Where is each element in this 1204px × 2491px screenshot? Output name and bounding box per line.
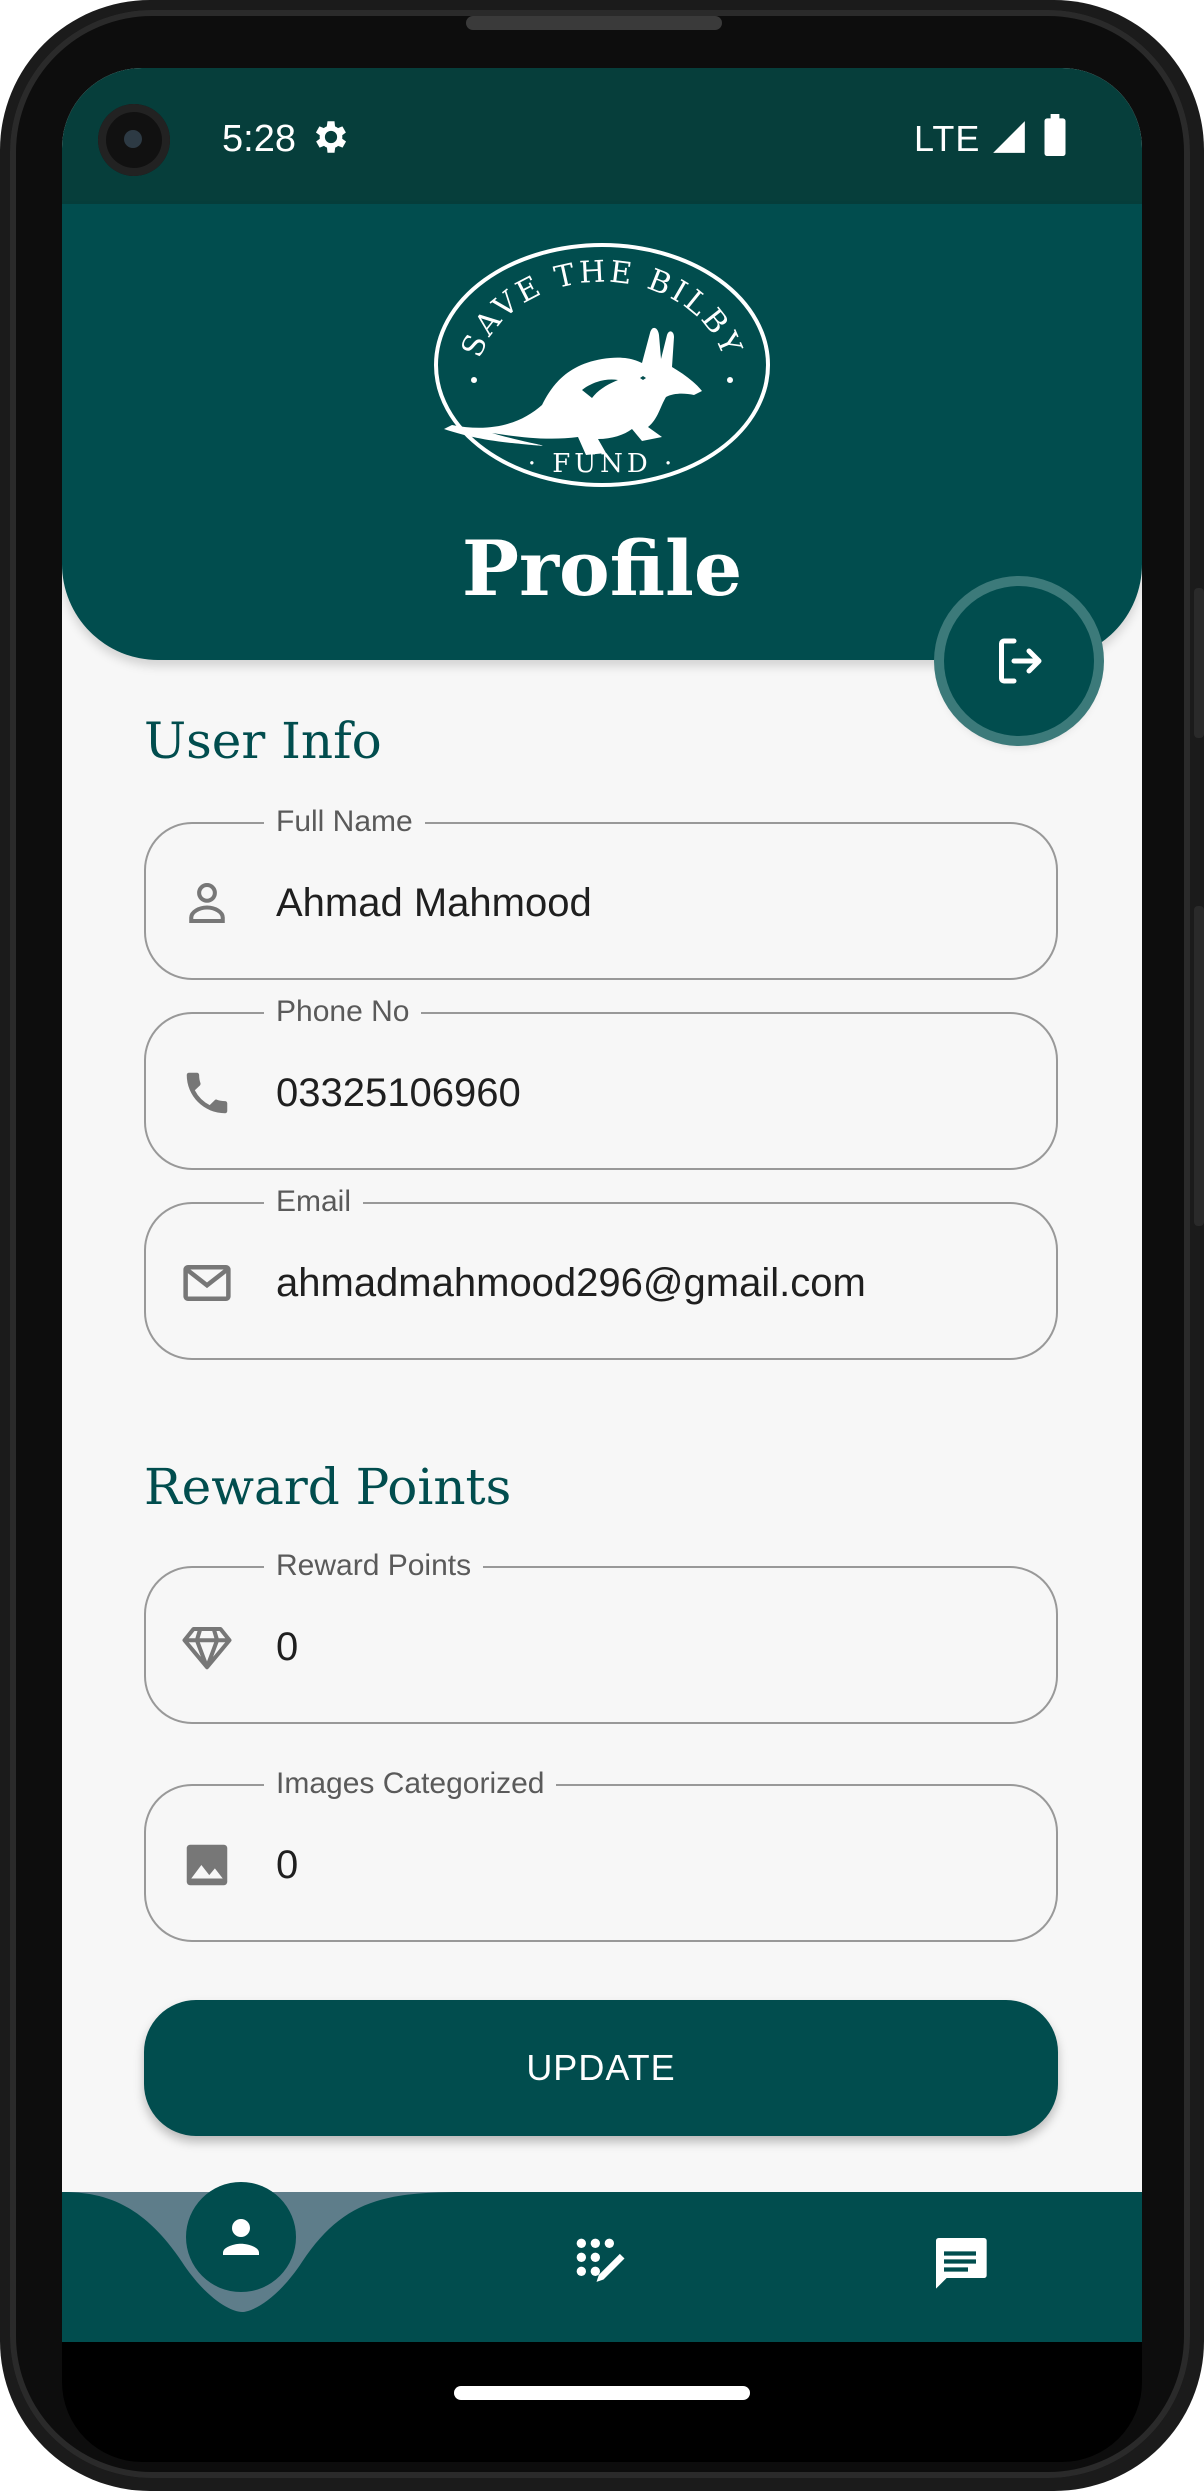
reward-points-title: Reward Points xyxy=(144,1458,512,1516)
image-icon xyxy=(186,1844,228,1886)
battery-icon xyxy=(1044,114,1066,156)
email-field[interactable]: Email ahmadmahmood296@gmail.com xyxy=(144,1182,1058,1360)
user-info-title: User Info xyxy=(144,712,382,770)
status-time: 5:28 xyxy=(222,118,296,160)
diamond-icon xyxy=(182,1626,232,1670)
images-categorized-label: Images Categorized xyxy=(264,1764,557,1804)
earpiece-speaker xyxy=(466,16,722,30)
front-camera xyxy=(98,104,170,176)
phone-label: Phone No xyxy=(264,992,422,1032)
logout-icon xyxy=(999,638,1042,684)
magic-grid-icon xyxy=(576,2238,625,2282)
bottom-navigation xyxy=(62,2182,1142,2342)
reward-points-label: Reward Points xyxy=(264,1546,484,1586)
full-name-value[interactable]: Ahmad Mahmood xyxy=(276,876,592,930)
signal-icon xyxy=(993,121,1025,153)
nav-item-profile[interactable] xyxy=(186,2182,296,2292)
app-screen: 5:28 LTE SAVE THE BILBY · FUND · Profile… xyxy=(62,68,1142,2342)
reward-points-value[interactable]: 0 xyxy=(276,1620,298,1674)
full-name-label: Full Name xyxy=(264,802,425,842)
images-categorized-field[interactable]: Images Categorized 0 xyxy=(144,1764,1058,1942)
status-bar: 5:28 LTE xyxy=(62,68,1142,204)
email-value[interactable]: ahmadmahmood296@gmail.com xyxy=(276,1256,866,1310)
chat-icon xyxy=(936,2238,987,2289)
logout-button[interactable] xyxy=(944,586,1094,736)
home-gesture-handle[interactable] xyxy=(454,2386,750,2400)
gear-icon xyxy=(315,121,347,153)
email-icon xyxy=(183,1265,231,1301)
power-button xyxy=(1194,588,1204,738)
full-name-field[interactable]: Full Name Ahmad Mahmood xyxy=(144,802,1058,980)
nav-item-messages[interactable] xyxy=(928,2230,992,2294)
phone-value[interactable]: 03325106960 xyxy=(276,1066,521,1120)
phone-field[interactable]: Phone No 03325106960 xyxy=(144,992,1058,1170)
reward-points-field[interactable]: Reward Points 0 xyxy=(144,1546,1058,1724)
volume-button xyxy=(1194,906,1204,1226)
person-icon xyxy=(189,882,225,924)
phone-icon xyxy=(186,1072,228,1114)
profile-header: SAVE THE BILBY · FUND · Profile xyxy=(62,204,1142,660)
update-button[interactable]: UPDATE xyxy=(144,2000,1058,2136)
gesture-navigation-area xyxy=(62,2342,1142,2462)
save-the-bilby-logo: SAVE THE BILBY · FUND · xyxy=(434,243,770,487)
images-categorized-value[interactable]: 0 xyxy=(276,1838,298,1892)
email-label: Email xyxy=(264,1182,364,1222)
network-type: LTE xyxy=(914,118,981,159)
svg-text:· FUND ·: · FUND · xyxy=(528,449,677,479)
person-icon xyxy=(223,2219,259,2255)
nav-item-categorize[interactable] xyxy=(568,2230,632,2294)
